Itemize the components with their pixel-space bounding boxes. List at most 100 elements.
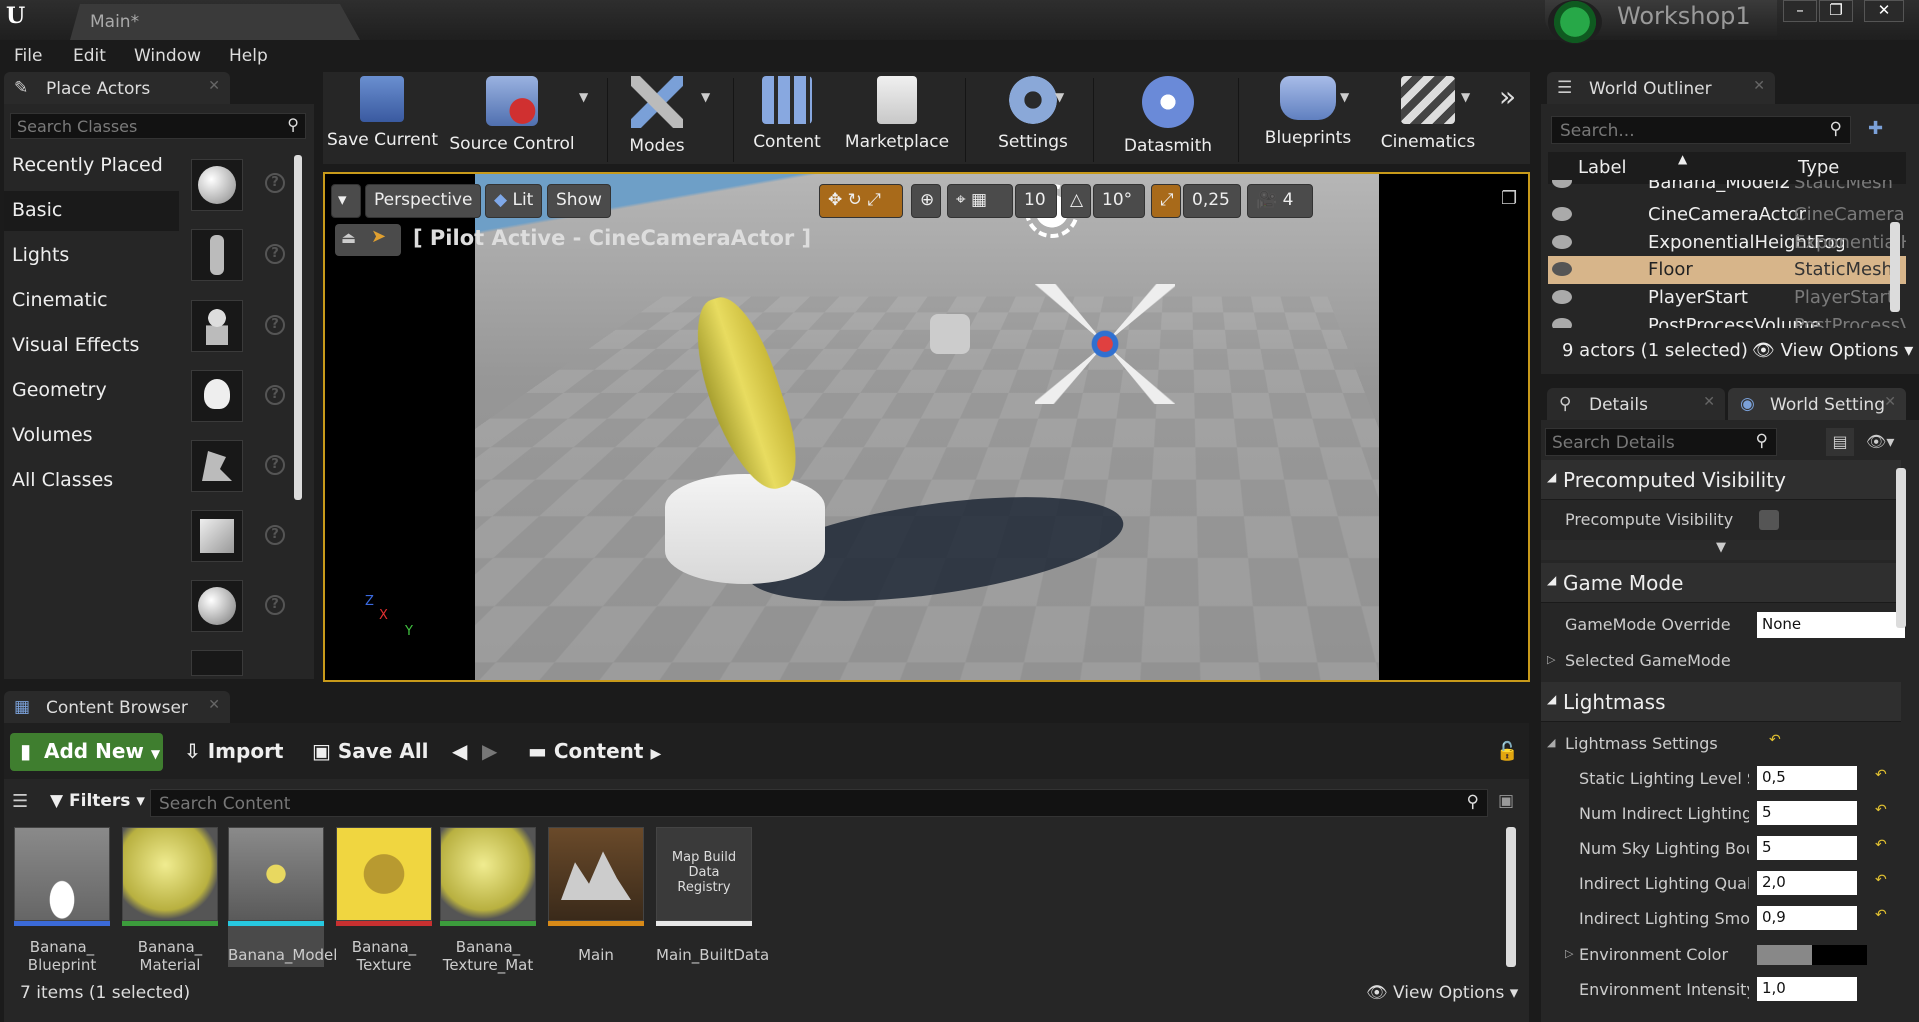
import-button[interactable]: ⇩ Import	[184, 739, 284, 763]
scale-snap-icon[interactable]: ⤢	[1151, 184, 1181, 218]
menu-window[interactable]: Window	[134, 46, 201, 66]
menu-help[interactable]: Help	[229, 46, 268, 66]
transform-gizmo[interactable]	[1035, 284, 1175, 404]
cylinder-icon[interactable]	[191, 650, 243, 676]
cinematics-dropdown-icon[interactable]: ▼	[1461, 90, 1470, 104]
gamemode-override-select[interactable]: None	[1757, 612, 1905, 638]
help-icon[interactable]: ?	[265, 244, 285, 264]
expand-arrow-icon[interactable]: ▷	[1547, 653, 1555, 666]
close-button[interactable]: ✕	[1864, 0, 1904, 22]
help-icon[interactable]: ?	[265, 315, 285, 335]
viewport-options-dropdown[interactable]: ▾	[331, 184, 361, 218]
reset-default-icon[interactable]: ↶	[1875, 907, 1887, 923]
category-volumes[interactable]: Volumes	[4, 416, 179, 456]
sources-panel-icon[interactable]: ☰	[12, 791, 28, 812]
category-geometry[interactable]: Geometry	[4, 371, 179, 411]
level-viewport[interactable]: ▾ Perspective ◆ Lit Show ✥ ↻ ⤢ ⊕ ⌖ ▦ 10 …	[323, 172, 1530, 682]
history-forward-button[interactable]: ▶	[482, 739, 497, 763]
blueprints-dropdown-icon[interactable]: ▼	[1340, 90, 1349, 104]
details-scrollbar[interactable]	[1896, 468, 1906, 628]
visibility-eye-icon[interactable]	[1552, 207, 1572, 221]
surface-snap-grid-icon[interactable]: ⌖ ▦	[947, 184, 1013, 218]
outliner-row[interactable]: CineCameraActor CineCamera	[1548, 201, 1906, 229]
place-actors-tab[interactable]: ✎ Place Actors ✕	[4, 72, 230, 104]
reset-default-icon[interactable]: ↶	[1875, 872, 1887, 888]
asset-banana-blueprint[interactable]: Banana_ Blueprint	[14, 827, 110, 974]
scale-snap-value[interactable]: 0,25	[1183, 184, 1241, 218]
visibility-eye-icon[interactable]	[1552, 318, 1572, 328]
asset-banana-material[interactable]: Banana_ Material	[122, 827, 218, 974]
visibility-eye-icon[interactable]	[1552, 290, 1572, 304]
category-visual-effects[interactable]: Visual Effects	[4, 326, 179, 366]
content-browser-tab[interactable]: ▦ Content Browser ✕	[4, 691, 230, 723]
property-value-input[interactable]: 2,0	[1757, 871, 1857, 895]
property-value-input[interactable]: 5	[1757, 836, 1857, 860]
translate-rotate-scale-group[interactable]: ✥ ↻ ⤢	[819, 184, 903, 218]
world-settings-tab[interactable]: ◉ World Setting ✕	[1728, 388, 1906, 420]
scene-render[interactable]	[475, 174, 1379, 680]
search-details-input[interactable]: Search Details ⚲	[1545, 428, 1777, 456]
category-lights[interactable]: Lights	[4, 236, 179, 276]
grid-snap-value[interactable]: 10	[1015, 184, 1057, 218]
help-icon[interactable]: ?	[265, 173, 285, 193]
eye-filter-icon[interactable]: 👁▾	[1866, 432, 1894, 451]
empty-character-icon[interactable]	[191, 229, 243, 281]
settings-dropdown-icon[interactable]: ▼	[1055, 90, 1064, 104]
lit-button[interactable]: ◆ Lit	[485, 184, 543, 218]
content-view-options[interactable]: 👁 View Options ▾	[1366, 983, 1518, 1003]
datasmith-button[interactable]: Datasmith	[1103, 72, 1233, 164]
asset-main-builtdata[interactable]: Map Build Data Registry Main_BuiltData	[656, 827, 769, 967]
pilot-actor-icon[interactable]: ➤	[371, 226, 386, 247]
search-content-input[interactable]: Search Content ⚲	[150, 789, 1488, 817]
empty-pawn-icon[interactable]	[191, 300, 243, 352]
help-icon[interactable]: ?	[265, 595, 285, 615]
settings-button[interactable]: Settings	[973, 72, 1093, 164]
rotation-snap-value[interactable]: 10°	[1093, 184, 1145, 218]
property-row[interactable]: ◢ Lightmass Settings ↶	[1541, 726, 1901, 761]
outliner-row[interactable]: Banana_Model2 StaticMesh	[1548, 180, 1906, 200]
content-scrollbar[interactable]	[1506, 827, 1516, 967]
close-tab-icon[interactable]: ✕	[1884, 394, 1896, 410]
player-start-icon[interactable]	[191, 440, 243, 492]
outliner-row[interactable]: PlayerStart PlayerStart	[1548, 284, 1906, 312]
rotation-snap-icon[interactable]: △	[1061, 184, 1091, 218]
outliner-row-selected[interactable]: Floor StaticMesh	[1548, 256, 1906, 284]
category-all-classes[interactable]: All Classes	[4, 461, 179, 501]
content-button[interactable]: Content	[737, 72, 837, 164]
reset-default-icon[interactable]: ↶	[1875, 837, 1887, 853]
close-tab-icon[interactable]: ✕	[208, 78, 220, 94]
maximize-viewport-icon[interactable]: ❐	[1501, 188, 1517, 209]
precompute-visibility-checkbox[interactable]	[1759, 510, 1779, 530]
minimize-button[interactable]: –	[1783, 0, 1817, 22]
help-icon[interactable]: ?	[265, 385, 285, 405]
section-game-mode[interactable]: ◢ Game Mode	[1541, 563, 1901, 603]
player-start-gizmo-icon[interactable]	[930, 314, 970, 354]
property-value-input[interactable]: 0,5	[1757, 766, 1857, 790]
show-button[interactable]: Show	[547, 184, 611, 218]
outliner-row[interactable]: PostProcessVolumePostProcessVolume	[1548, 312, 1906, 328]
asset-banana-texture[interactable]: Banana_ Texture	[336, 827, 432, 974]
cube-icon[interactable]	[191, 510, 243, 562]
outliner-row[interactable]: ExponentialHeightFogExponentialHeightFog	[1548, 229, 1906, 257]
visibility-eye-icon[interactable]	[1552, 262, 1572, 276]
marketplace-button[interactable]: Marketplace	[837, 72, 957, 164]
filters-button[interactable]: ▼ Filters ▾	[50, 791, 145, 811]
close-tab-icon[interactable]: ✕	[1753, 78, 1765, 94]
world-space-icon[interactable]: ⊕	[911, 184, 941, 218]
visibility-eye-icon[interactable]	[1552, 180, 1572, 188]
maximize-button[interactable]: ❐	[1819, 0, 1853, 22]
environment-color-swatch[interactable]	[1757, 945, 1867, 965]
collapse-icon[interactable]: ◢	[1547, 736, 1555, 749]
help-icon[interactable]: ?	[265, 525, 285, 545]
source-control-dropdown-icon[interactable]: ▼	[579, 90, 588, 104]
history-back-button[interactable]: ◀	[452, 739, 467, 763]
empty-actor-sphere-icon[interactable]	[191, 159, 243, 211]
place-actors-scrollbar[interactable]	[294, 155, 302, 500]
close-tab-icon[interactable]: ✕	[208, 697, 220, 713]
outliner-scrollbar[interactable]	[1890, 222, 1900, 312]
help-icon[interactable]: ?	[265, 455, 285, 475]
save-current-button[interactable]: Save Current	[327, 72, 438, 164]
asset-main-level[interactable]: Main	[548, 827, 644, 967]
save-search-icon[interactable]: ▣	[1498, 791, 1514, 811]
eject-icon[interactable]: ⏏	[341, 228, 356, 247]
